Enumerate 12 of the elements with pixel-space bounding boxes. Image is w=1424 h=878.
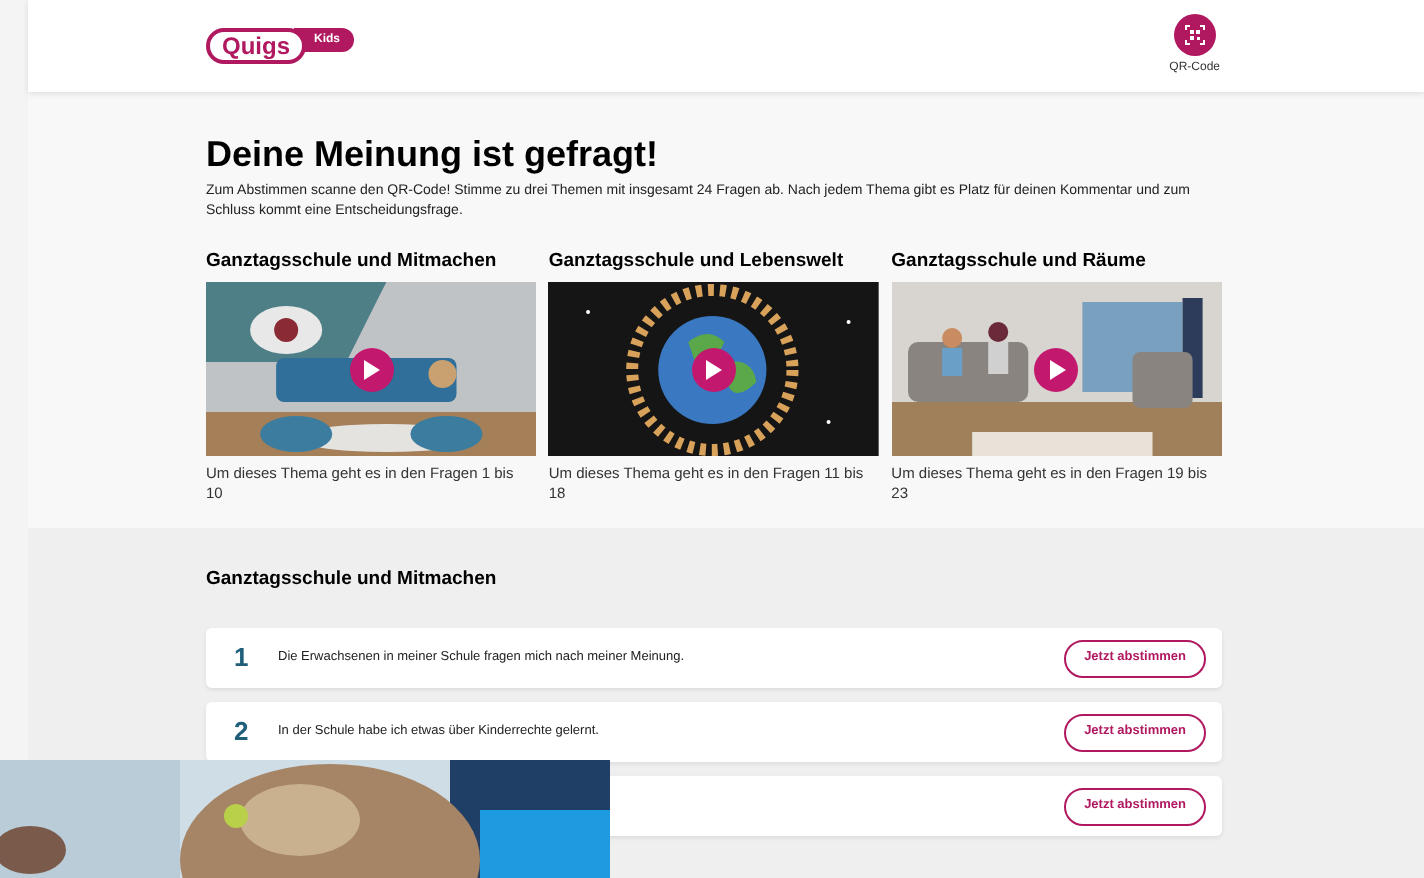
qr-code-icon	[1173, 14, 1216, 56]
topic-title: Ganztagsschule und Mitmachen	[206, 250, 499, 274]
question-number: 2	[234, 714, 251, 751]
logo-text: Quigs	[206, 28, 307, 64]
play-icon	[704, 359, 723, 379]
page-title: Deine Meinung ist gefragt!	[206, 132, 661, 176]
section-title: Ganztagsschule und Mitmachen	[206, 568, 499, 592]
topic-title: Ganztagsschule und Lebenswelt	[548, 250, 846, 274]
topic-title: Ganztagsschule und Räume	[891, 250, 1148, 274]
play-icon	[362, 359, 381, 379]
play-icon	[1047, 359, 1066, 379]
question-number: 1	[234, 640, 251, 677]
